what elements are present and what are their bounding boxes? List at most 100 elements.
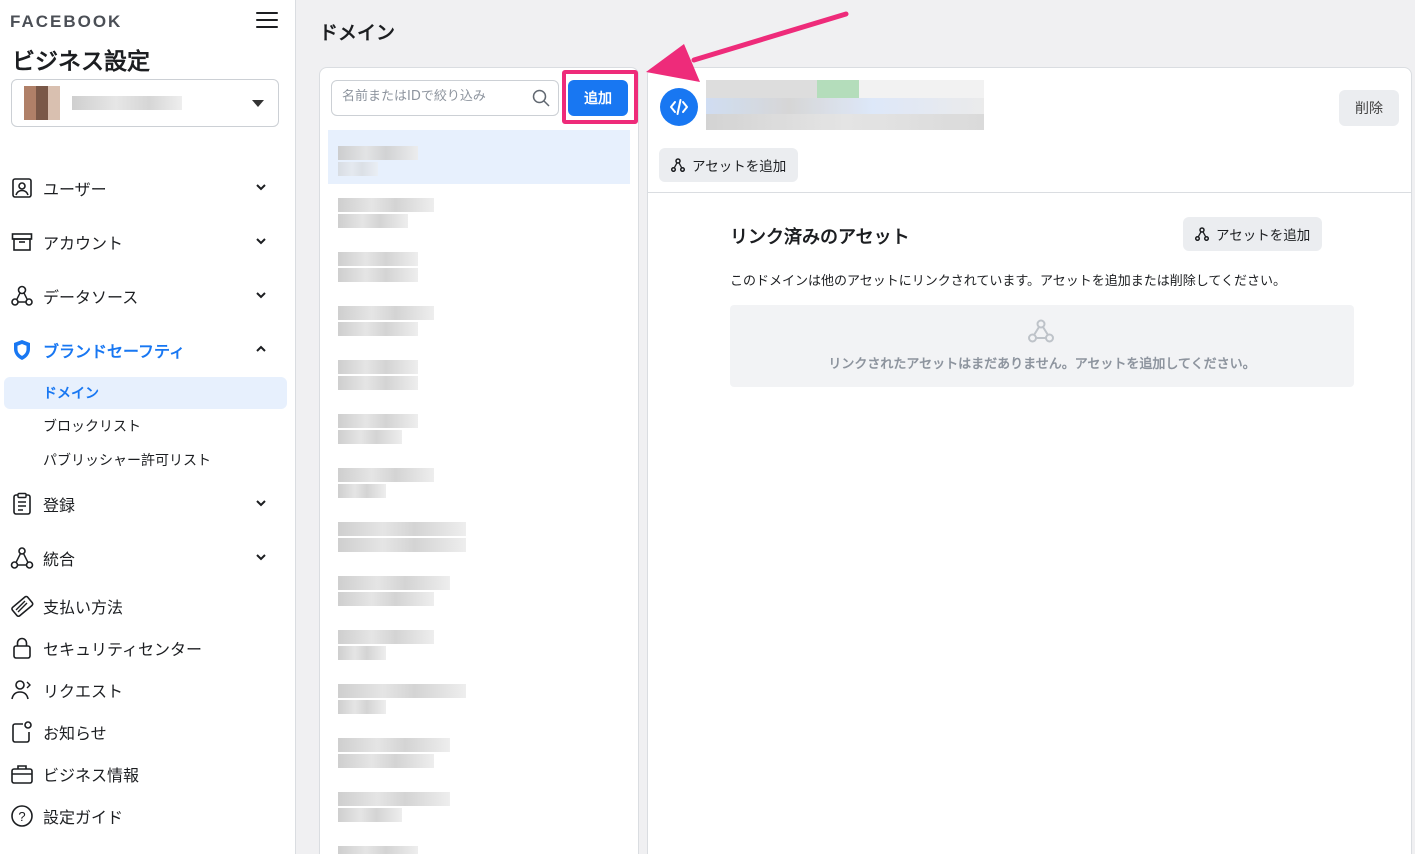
search-box[interactable] xyxy=(331,80,559,116)
chevron-down-icon xyxy=(256,500,266,507)
integrations-icon xyxy=(10,546,34,570)
list-item[interactable] xyxy=(328,130,630,184)
add-asset-label: アセットを追加 xyxy=(692,159,787,175)
chevron-up-icon xyxy=(256,345,266,352)
nav-label: 統合 xyxy=(43,550,76,569)
linked-assets-description: このドメインは他のアセットにリンクされています。アセットを追加または削除してくだ… xyxy=(730,274,1287,289)
nav-item-security-center[interactable]: セキュリティセンター xyxy=(10,632,280,664)
asset-icon xyxy=(1028,319,1054,343)
nav-label: ブランドセーフティ xyxy=(43,342,186,361)
add-asset-button[interactable]: アセットを追加 xyxy=(659,148,799,182)
chevron-down-icon xyxy=(256,184,266,191)
redacted-text xyxy=(338,630,434,644)
redacted-text xyxy=(338,376,418,390)
sub-item-publisher-allow-lists[interactable]: パブリッシャー許可リスト xyxy=(4,444,287,476)
redacted-text xyxy=(338,306,434,320)
nav-item-brand-safety[interactable]: ブランドセーフティ xyxy=(10,334,280,366)
empty-state-text: リンクされたアセットはまだありません。アセットを追加してください。 xyxy=(828,357,1256,372)
add-domain-button[interactable]: 追加 xyxy=(568,80,628,116)
add-asset-button-linked[interactable]: アセットを追加 xyxy=(1183,217,1323,251)
redacted-text xyxy=(338,700,386,714)
nav-label: お知らせ xyxy=(43,724,107,743)
person-request-icon xyxy=(10,678,34,702)
sidebar-title: ビジネス設定 xyxy=(12,49,150,75)
redacted-text xyxy=(338,252,418,266)
redacted-text xyxy=(338,214,408,228)
nav-item-requests[interactable]: リクエスト xyxy=(10,674,280,706)
notification-icon xyxy=(10,720,34,744)
nav-item-payment-methods[interactable]: 支払い方法 xyxy=(10,590,280,622)
list-item[interactable] xyxy=(328,292,630,346)
linked-assets-title: リンク済みのアセット xyxy=(730,227,910,248)
clipboard-icon xyxy=(10,492,34,516)
redacted-text xyxy=(338,592,434,606)
redacted-text xyxy=(338,522,466,536)
empty-state-box: リンクされたアセットはまだありません。アセットを追加してください。 xyxy=(730,305,1354,387)
list-item[interactable] xyxy=(328,832,630,854)
redacted-text xyxy=(338,684,466,698)
nav-item-users[interactable]: ユーザー xyxy=(10,172,280,204)
code-icon xyxy=(660,88,698,126)
sub-item-blocklists[interactable]: ブロックリスト xyxy=(4,410,287,442)
sub-item-domains[interactable]: ドメイン xyxy=(4,377,287,409)
divider xyxy=(648,192,1411,193)
redacted-text xyxy=(338,198,434,212)
facebook-brand: FACEBOOK xyxy=(10,12,123,31)
nav-item-notifications[interactable]: お知らせ xyxy=(10,716,280,748)
page-title: ドメイン xyxy=(319,22,396,44)
nav-label: リクエスト xyxy=(43,682,124,701)
archive-box-icon xyxy=(10,230,34,254)
business-selector[interactable] xyxy=(11,79,279,127)
redacted-text xyxy=(338,484,386,498)
redacted-text xyxy=(338,538,466,552)
list-item[interactable] xyxy=(328,238,630,292)
domain-list xyxy=(328,130,630,854)
list-item[interactable] xyxy=(328,400,630,454)
redacted-text xyxy=(338,162,378,176)
data-sources-icon xyxy=(10,284,34,308)
chevron-down-icon xyxy=(256,292,266,299)
list-item[interactable] xyxy=(328,724,630,778)
redacted-text xyxy=(338,846,418,854)
nav-item-registrations[interactable]: 登録 xyxy=(10,488,280,520)
user-card-icon xyxy=(10,176,34,200)
chevron-down-icon xyxy=(256,554,266,561)
redacted-text xyxy=(338,414,418,428)
nav-item-data-sources[interactable]: データソース xyxy=(10,280,280,312)
list-item[interactable] xyxy=(328,346,630,400)
shield-icon xyxy=(10,338,34,362)
business-avatar xyxy=(24,86,60,120)
list-item[interactable] xyxy=(328,562,630,616)
redacted-text xyxy=(338,792,450,806)
nav-label: 設定ガイド xyxy=(43,808,124,827)
redacted-text xyxy=(338,738,450,752)
list-item[interactable] xyxy=(328,778,630,832)
hamburger-menu-icon[interactable] xyxy=(256,12,278,32)
list-item[interactable] xyxy=(328,184,630,238)
list-item[interactable] xyxy=(328,454,630,508)
delete-button[interactable]: 削除 xyxy=(1339,90,1399,126)
nav-item-integrations[interactable]: 統合 xyxy=(10,542,280,574)
briefcase-icon xyxy=(10,762,34,786)
domain-name-redacted xyxy=(706,80,984,132)
asset-icon xyxy=(1195,227,1209,241)
credit-card-icon xyxy=(10,594,34,618)
list-item[interactable] xyxy=(328,616,630,670)
nav-item-business-info[interactable]: ビジネス情報 xyxy=(10,758,280,790)
list-item[interactable] xyxy=(328,508,630,562)
redacted-text xyxy=(338,360,418,374)
nav-label: データソース xyxy=(43,288,139,307)
redacted-text xyxy=(338,146,418,160)
nav-item-setup-guide[interactable]: ? 設定ガイド xyxy=(10,800,280,832)
search-input[interactable] xyxy=(342,89,522,104)
chevron-down-icon xyxy=(256,238,266,245)
redacted-text xyxy=(338,468,434,482)
add-asset-label: アセットを追加 xyxy=(1216,228,1311,244)
business-name-redacted xyxy=(72,96,182,110)
nav-item-accounts[interactable]: アカウント xyxy=(10,226,280,258)
nav-label: 支払い方法 xyxy=(43,598,124,617)
redacted-text xyxy=(338,322,418,336)
redacted-text xyxy=(338,268,418,282)
list-item[interactable] xyxy=(328,670,630,724)
search-icon xyxy=(532,89,550,107)
